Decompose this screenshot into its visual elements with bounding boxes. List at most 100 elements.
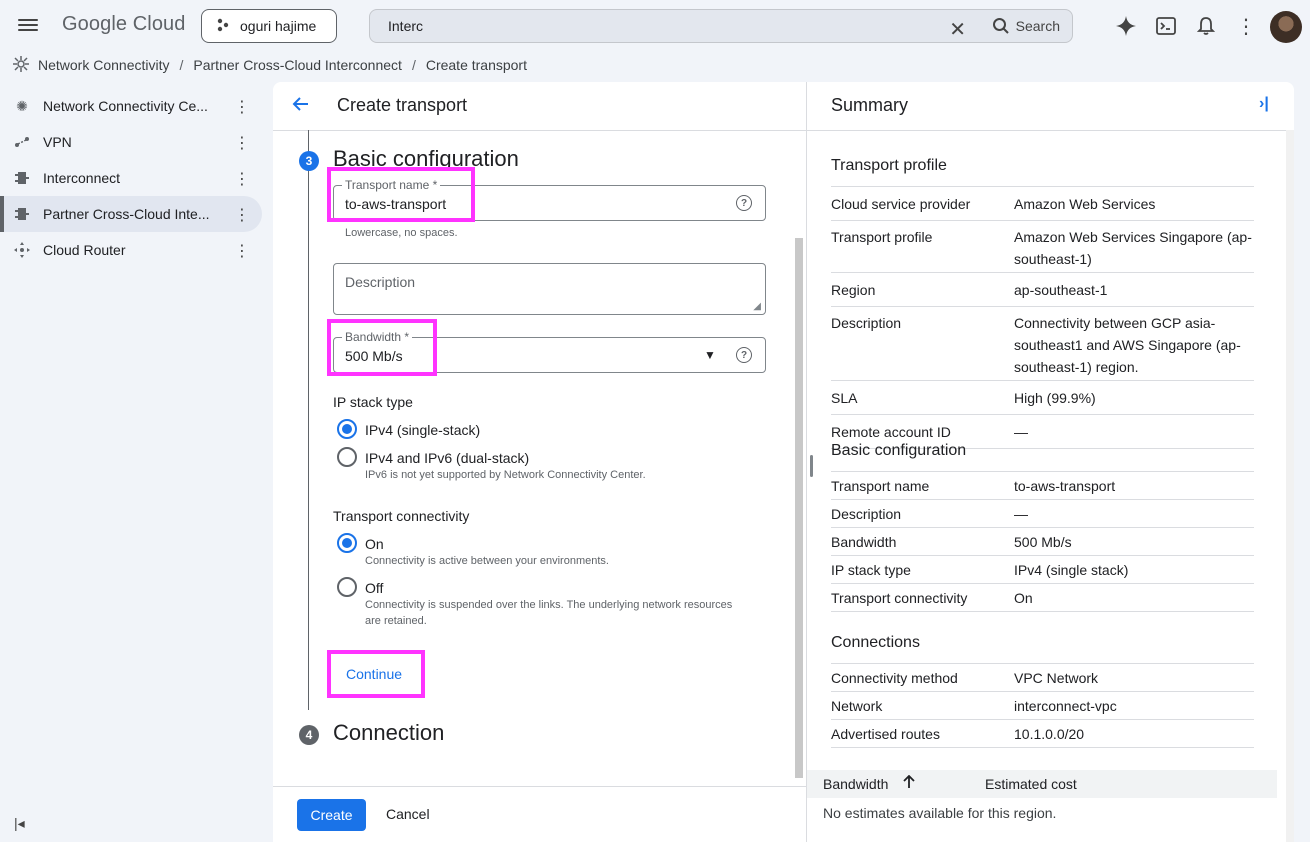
avatar[interactable] <box>1270 11 1302 43</box>
table-row: Description — <box>831 499 1254 527</box>
row-key: Network <box>831 698 883 714</box>
create-button[interactable]: Create <box>297 799 366 831</box>
panel-resize-handle[interactable] <box>810 455 813 477</box>
gemini-icon[interactable] <box>1114 14 1138 38</box>
sidebar-item-partner-cci[interactable]: Partner Cross-Cloud Inte... ⋮ <box>0 196 262 232</box>
sidebar: ✺ Network Connectivity Ce... ⋮ VPN ⋮ Int… <box>0 88 262 268</box>
table-row: Description Connectivity between GCP asia… <box>831 306 1254 380</box>
estimate-table-header: Bandwidth Estimated cost <box>807 770 1277 798</box>
connectivity-on-label[interactable]: On <box>365 536 384 552</box>
ipv4-radio[interactable] <box>337 419 357 439</box>
row-value: Connectivity between GCP asia-southeast1… <box>1014 315 1241 375</box>
row-value: 10.1.0.0/20 <box>1014 726 1085 742</box>
estimated-cost-column-header: Estimated cost <box>985 776 1077 792</box>
summary-section-connections: Connections <box>831 634 920 651</box>
connectivity-on-hint: Connectivity is active between your envi… <box>365 555 609 567</box>
bandwidth-column-header[interactable]: Bandwidth <box>823 776 888 792</box>
connectivity-off-hint: Connectivity is suspended over the links… <box>365 599 733 611</box>
panel-divider <box>806 82 807 842</box>
summary-section-basic: Basic configuration <box>831 442 967 459</box>
summary-table-connections: Connectivity method VPC Network Network in… <box>831 663 1254 748</box>
more-options-icon[interactable]: ⋮ <box>1234 14 1258 38</box>
table-row: Region ap-southeast-1 <box>831 272 1254 306</box>
table-row: Bandwidth 500 Mb/s <box>831 527 1254 555</box>
back-arrow-icon[interactable] <box>291 95 309 119</box>
description-field[interactable]: Description ◢ <box>333 263 766 315</box>
description-placeholder: Description <box>345 274 416 290</box>
summary-title: Summary <box>831 95 909 115</box>
more-options-icon[interactable]: ⋮ <box>234 241 250 261</box>
row-value: Amazon Web Services Singapore (ap-southe… <box>1014 229 1252 267</box>
sidebar-item-label: Partner Cross-Cloud Inte... <box>43 206 210 222</box>
table-row: Transport name to-aws-transport <box>831 471 1254 499</box>
cloud-shell-icon[interactable] <box>1154 14 1178 38</box>
cancel-button[interactable]: Cancel <box>386 806 430 822</box>
connectivity-on-radio[interactable] <box>337 533 357 553</box>
more-options-icon[interactable]: ⋮ <box>234 169 250 189</box>
sidebar-item-interconnect[interactable]: Interconnect ⋮ <box>0 160 262 196</box>
connectivity-off-radio[interactable] <box>337 577 357 597</box>
help-icon[interactable]: ? <box>736 195 752 211</box>
ipv4-label[interactable]: IPv4 (single-stack) <box>365 422 480 438</box>
footer-divider <box>273 786 806 787</box>
search-input[interactable]: Interc ✕ Search <box>369 9 1073 43</box>
collapse-sidebar-icon[interactable]: |◂ <box>14 815 25 832</box>
sidebar-item-ncc[interactable]: ✺ Network Connectivity Ce... ⋮ <box>0 88 262 124</box>
collapse-summary-icon[interactable]: ›| <box>1259 95 1269 113</box>
breadcrumb-network-connectivity[interactable]: Network Connectivity <box>38 57 170 73</box>
table-row: Transport profile Amazon Web Services Sin… <box>831 220 1254 272</box>
table-row: Connectivity method VPC Network <box>831 663 1254 691</box>
row-key: Transport connectivity <box>831 590 968 606</box>
page-title: Create transport <box>337 95 468 115</box>
row-key: SLA <box>831 390 858 406</box>
header-divider <box>273 130 806 131</box>
menu-icon[interactable] <box>18 16 38 36</box>
breadcrumb-partner-cci[interactable]: Partner Cross-Cloud Interconnect <box>193 57 402 73</box>
search-button-label: Search <box>1015 18 1060 34</box>
highlight-box <box>327 650 425 698</box>
row-value: High (99.9%) <box>1014 390 1096 406</box>
row-key: Transport name <box>831 478 930 494</box>
help-icon[interactable]: ? <box>736 347 752 363</box>
google-cloud-logo[interactable]: Google Cloud <box>62 13 186 36</box>
sidebar-item-label: Cloud Router <box>43 242 126 258</box>
step-4-title[interactable]: Connection <box>333 720 444 746</box>
sidebar-item-vpn[interactable]: VPN ⋮ <box>0 124 262 160</box>
breadcrumb-create-transport: Create transport <box>425 57 527 73</box>
row-value: — <box>1014 424 1028 440</box>
sort-ascending-icon[interactable] <box>903 774 915 792</box>
dropdown-arrow-icon[interactable]: ▼ <box>704 348 716 362</box>
more-options-icon[interactable]: ⋮ <box>234 133 250 153</box>
summary-section-transport-profile: Transport profile <box>831 157 947 174</box>
search-button[interactable]: Search <box>992 17 1060 35</box>
row-value: ap-southeast-1 <box>1014 282 1108 298</box>
breadcrumb: Network Connectivity / Partner Cross-Clo… <box>12 55 527 75</box>
highlight-box <box>327 167 475 222</box>
more-options-icon[interactable]: ⋮ <box>234 97 250 117</box>
row-key: Transport profile <box>831 229 933 245</box>
connectivity-off-label[interactable]: Off <box>365 580 383 596</box>
resize-handle-icon[interactable]: ◢ <box>753 301 761 312</box>
sidebar-item-cloud-router[interactable]: Cloud Router ⋮ <box>0 232 262 268</box>
table-row: SLA High (99.9%) <box>831 380 1254 414</box>
clear-search-icon[interactable]: ✕ <box>949 17 966 42</box>
form-scrollbar[interactable] <box>795 238 803 778</box>
summary-scrollbar[interactable] <box>1286 130 1294 842</box>
row-value: IPv4 (single stack) <box>1014 562 1129 578</box>
search-icon <box>992 18 1009 34</box>
dual-stack-label[interactable]: IPv4 and IPv6 (dual-stack) <box>365 450 529 466</box>
dual-stack-hint: IPv6 is not yet supported by Network Con… <box>365 469 646 481</box>
row-key: Bandwidth <box>831 534 897 550</box>
dual-stack-radio[interactable] <box>337 447 357 467</box>
sidebar-item-label: Network Connectivity Ce... <box>43 98 208 114</box>
more-options-icon[interactable]: ⋮ <box>234 205 250 225</box>
sidebar-item-label: VPN <box>43 134 72 150</box>
row-key: Connectivity method <box>831 670 958 686</box>
project-name: oguri hajime <box>240 18 317 34</box>
notifications-icon[interactable] <box>1194 14 1218 38</box>
project-picker[interactable]: oguri hajime <box>201 9 337 43</box>
row-value: VPC Network <box>1014 670 1099 686</box>
ip-stack-label: IP stack type <box>333 394 413 410</box>
table-row: Advertised routes 10.1.0.0/20 <box>831 719 1254 748</box>
sidebar-item-label: Interconnect <box>43 170 121 186</box>
